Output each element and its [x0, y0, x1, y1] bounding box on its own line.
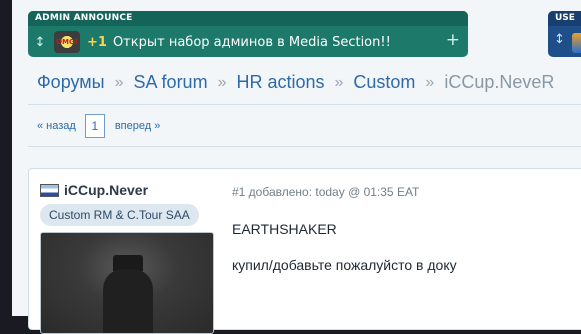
post-meta[interactable]: #1 добавлено: today @ 01:35 EAT — [232, 185, 419, 199]
breadcrumb-custom[interactable]: Custom — [353, 72, 415, 93]
divider — [28, 146, 581, 147]
next-page-link[interactable]: вперед » — [115, 120, 161, 132]
omg-badge-icon: OMG! — [54, 31, 80, 53]
user-announcement-header: USE — [548, 11, 581, 26]
breadcrumb-separator: » — [334, 73, 344, 91]
user-title-badge: Custom RM & C.Tour SAA — [40, 204, 199, 226]
country-flag-icon — [40, 183, 59, 197]
post-author: iCCup.Never — [40, 182, 148, 198]
breadcrumb-hr-actions[interactable]: HR actions — [236, 72, 324, 93]
current-page[interactable]: 1 — [84, 114, 105, 138]
drag-handle-icon[interactable]: ↕ — [554, 32, 565, 47]
announcement-link[interactable]: Открыт набор админов в Media Section!! — [113, 35, 391, 50]
breadcrumb: Форумы » SA forum » HR actions » Custom … — [37, 72, 554, 93]
post-text-line: купил/добавьте пожалуйсто в доку — [232, 257, 457, 273]
breadcrumb-separator: » — [114, 73, 124, 91]
user-badge-icon — [572, 33, 581, 53]
pagination: « назад 1 вперед » — [37, 114, 160, 138]
user-announcement: USE ↕ — [548, 11, 581, 57]
author-name-link[interactable]: iCCup.Never — [64, 182, 148, 198]
drag-handle-icon[interactable]: ↕ — [30, 35, 50, 50]
avatar-figure — [103, 269, 153, 333]
breadcrumb-forums[interactable]: Форумы — [37, 72, 105, 93]
admin-announcement: ADMIN ANNOUNCE ↕ OMG! +1 Открыт набор ад… — [28, 11, 468, 57]
announcement-header: ADMIN ANNOUNCE — [28, 11, 468, 26]
post-text-line: EARTHSHAKER — [232, 221, 337, 237]
breadcrumb-sa-forum[interactable]: SA forum — [134, 72, 208, 93]
breadcrumb-separator: » — [217, 73, 227, 91]
prev-page-link[interactable]: « назад — [37, 120, 76, 132]
avatar — [40, 232, 214, 334]
expand-icon[interactable]: + — [446, 30, 460, 50]
breadcrumb-separator: » — [425, 73, 435, 91]
breadcrumb-current: iCCup.NeveR — [444, 72, 555, 92]
plus-one-label: +1 — [87, 34, 107, 50]
forum-post: iCCup.Never Custom RM & C.Tour SAA #1 до… — [28, 168, 581, 334]
announcement-body: ↕ OMG! +1 Открыт набор админов в Media S… — [28, 28, 468, 56]
divider — [28, 104, 581, 105]
